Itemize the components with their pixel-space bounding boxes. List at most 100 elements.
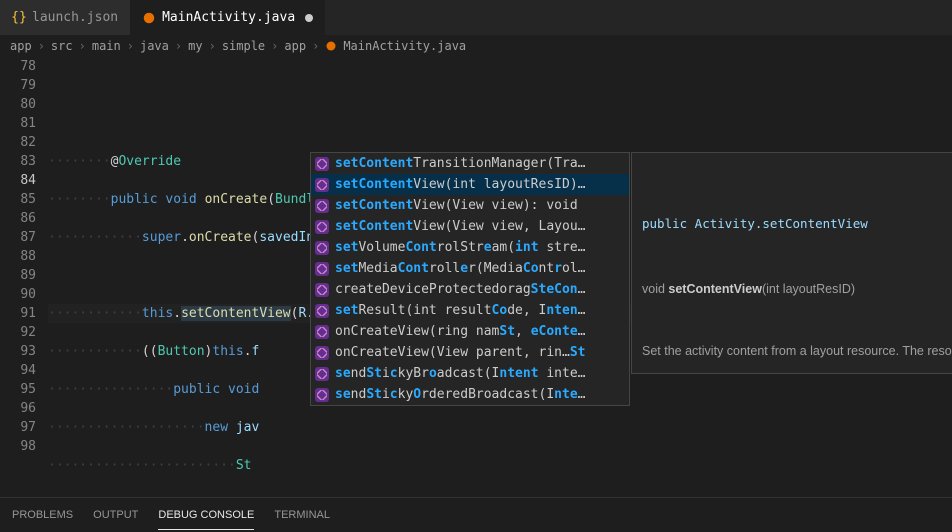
- suggestion-item[interactable]: onCreateView(ring namSt, eConte…: [311, 321, 629, 342]
- line-number: 91: [0, 304, 36, 323]
- method-icon: [315, 388, 329, 402]
- line-number: 93: [0, 342, 36, 361]
- breadcrumb-segment[interactable]: simple: [222, 39, 265, 53]
- documentation-popup: × public Activity.setContentView void se…: [631, 152, 952, 374]
- suggestion-item[interactable]: setResult(int resultCode, Inten…: [311, 300, 629, 321]
- method-icon: [315, 178, 329, 192]
- tab-label: MainActivity.java: [162, 10, 295, 25]
- doc-type: void setContentView(int layoutResID): [642, 280, 952, 299]
- java-icon: [325, 39, 339, 53]
- line-number: 86: [0, 209, 36, 228]
- code-token: ;: [48, 496, 56, 497]
- code-token: (: [267, 192, 275, 207]
- breadcrumb-segment[interactable]: app: [10, 39, 32, 53]
- line-number: 89: [0, 266, 36, 285]
- method-icon: [315, 241, 329, 255]
- suggestion-item[interactable]: setContentTransitionManager(Tra…: [311, 153, 629, 174]
- code-token: onCreate: [189, 230, 252, 245]
- line-number: 78: [0, 57, 36, 76]
- method-icon: [315, 220, 329, 234]
- code-token: public: [173, 382, 220, 397]
- suggestion-item[interactable]: sendStickyOrderedBroadcast(Inte…: [311, 384, 629, 405]
- editor[interactable]: 7879808182838485868788899091929394959697…: [0, 57, 952, 497]
- line-number: 82: [0, 133, 36, 152]
- method-icon: [315, 367, 329, 381]
- line-number: 92: [0, 323, 36, 342]
- chevron-right-icon: ›: [271, 39, 278, 53]
- breadcrumb-segment[interactable]: app: [284, 39, 306, 53]
- code-token: new: [205, 420, 228, 435]
- suggestion-item[interactable]: sendStickyBroadcast(Intent inte…: [311, 363, 629, 384]
- line-number: 80: [0, 95, 36, 114]
- breadcrumb-segment[interactable]: java: [140, 39, 169, 53]
- tab-launch-json[interactable]: {} launch.json: [0, 0, 130, 35]
- line-number: 81: [0, 114, 36, 133]
- code-token: public: [111, 192, 158, 207]
- panel-tab-output[interactable]: OUTPUT: [93, 501, 138, 529]
- code-token: .: [181, 230, 189, 245]
- suggestion-item[interactable]: setMediaController(MediaControl…: [311, 258, 629, 279]
- method-icon: [315, 304, 329, 318]
- code-token: St: [236, 458, 252, 473]
- chevron-right-icon: ›: [79, 39, 86, 53]
- line-number: 98: [0, 437, 36, 456]
- suggestion-label: setMediaController(MediaControl…: [335, 259, 586, 278]
- editor-tabs-bar: {} launch.json MainActivity.java: [0, 0, 952, 35]
- method-icon: [315, 199, 329, 213]
- line-number: 97: [0, 418, 36, 437]
- line-number: 96: [0, 399, 36, 418]
- suggestion-label: createDeviceProtectedoragSteCon…: [335, 280, 585, 299]
- suggestion-item[interactable]: setVolumeControlStream(int stre…: [311, 237, 629, 258]
- line-number-gutter: 7879808182838485868788899091929394959697…: [0, 57, 48, 497]
- suggestion-item[interactable]: setContentView(int layoutResID)…: [311, 174, 629, 195]
- suggestion-item[interactable]: createDeviceProtectedoragSteCon…: [311, 279, 629, 300]
- breadcrumb-file[interactable]: MainActivity.java: [343, 39, 466, 53]
- tab-mainactivity-java[interactable]: MainActivity.java: [130, 0, 325, 35]
- code-token: onCreate: [205, 192, 268, 207]
- suggestion-label: onCreateView(View parent, rin…St: [335, 343, 585, 362]
- code-token: ((: [142, 344, 158, 359]
- method-icon: [315, 262, 329, 276]
- chevron-right-icon: ›: [127, 39, 134, 53]
- suggestion-item[interactable]: onCreateView(View parent, rin…St: [311, 342, 629, 363]
- code-token: jav: [236, 420, 259, 435]
- code-token: f: [252, 344, 260, 359]
- intellisense-popup[interactable]: setContentTransitionManager(Tra…setConte…: [310, 152, 630, 406]
- panel-tab-debug-console[interactable]: DEBUG CONSOLE: [158, 501, 254, 530]
- code-content[interactable]: ········@Override ········public void on…: [48, 57, 952, 497]
- code-token: Button: [158, 344, 205, 359]
- line-number: 88: [0, 247, 36, 266]
- suggestion-label: sendStickyBroadcast(Intent inte…: [335, 364, 586, 383]
- code-token: Override: [118, 154, 181, 169]
- line-number: 83: [0, 152, 36, 171]
- suggestion-label: onCreateView(ring namSt, eConte…: [335, 322, 585, 341]
- dirty-indicator-icon: [305, 14, 313, 22]
- method-icon: [315, 325, 329, 339]
- line-number: 87: [0, 228, 36, 247]
- bottom-panel-tabs: PROBLEMS OUTPUT DEBUG CONSOLE TERMINAL: [0, 497, 952, 532]
- panel-tab-problems[interactable]: PROBLEMS: [12, 501, 73, 529]
- breadcrumb-segment[interactable]: my: [188, 39, 202, 53]
- suggestion-label: setContentView(View view, Layou…: [335, 217, 585, 236]
- suggestion-item[interactable]: setContentView(View view): void: [311, 195, 629, 216]
- suggestion-label: setResult(int resultCode, Inten…: [335, 301, 585, 320]
- line-number: 95: [0, 380, 36, 399]
- suggestion-label: setContentView(int layoutResID)…: [335, 175, 585, 194]
- java-icon: [142, 11, 156, 25]
- method-icon: [315, 283, 329, 297]
- tab-label: launch.json: [32, 10, 118, 25]
- suggestion-label: setContentView(View view): void: [335, 196, 578, 215]
- breadcrumb-segment[interactable]: src: [51, 39, 73, 53]
- breadcrumb-segment[interactable]: main: [92, 39, 121, 53]
- method-icon: [315, 346, 329, 360]
- chevron-right-icon: ›: [209, 39, 216, 53]
- panel-tab-terminal[interactable]: TERMINAL: [274, 501, 330, 529]
- suggestion-label: setVolumeControlStream(int stre…: [335, 238, 586, 257]
- line-number: 84: [0, 171, 36, 190]
- suggestion-item[interactable]: setContentView(View view, Layou…: [311, 216, 629, 237]
- code-token: .: [244, 344, 252, 359]
- code-token: this: [212, 344, 243, 359]
- code-token: super: [142, 230, 181, 245]
- line-number: 94: [0, 361, 36, 380]
- breadcrumb[interactable]: app› src› main› java› my› simple› app› M…: [0, 35, 952, 57]
